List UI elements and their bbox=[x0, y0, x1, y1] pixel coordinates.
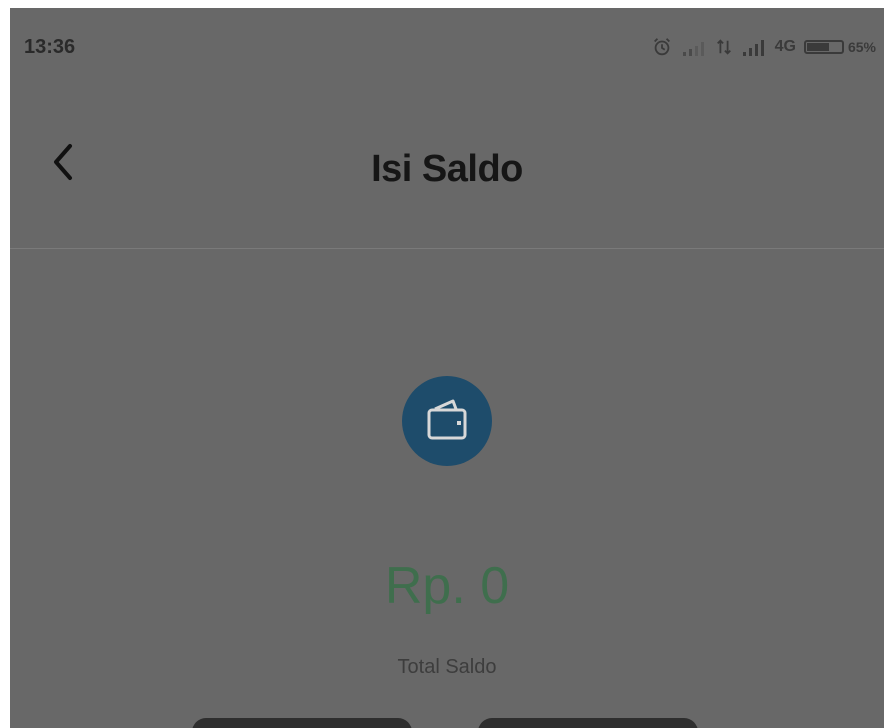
network-type: 4G bbox=[774, 38, 796, 55]
alarm-icon bbox=[653, 38, 670, 56]
data-arrows-icon bbox=[716, 39, 731, 55]
action-button-left[interactable] bbox=[192, 718, 412, 728]
signal-icon bbox=[742, 40, 764, 56]
battery-percent: 65% bbox=[847, 39, 876, 55]
battery-icon bbox=[803, 40, 844, 54]
status-bar: 13:36 4G 65% bbox=[10, 8, 884, 78]
page-title: Isi Saldo bbox=[371, 148, 523, 190]
signal-weak-icon bbox=[682, 42, 704, 56]
battery-fill bbox=[806, 43, 829, 51]
balance-label: Total Saldo bbox=[397, 656, 497, 678]
status-time: 13:36 bbox=[24, 36, 76, 58]
status-icons: 4G 65% bbox=[651, 32, 876, 62]
wallet-icon bbox=[427, 399, 467, 440]
balance-amount: Rp. 0 bbox=[384, 557, 510, 615]
app-screen: 13:36 4G 65% Isi Saldo Rp. 0 Total Saldo bbox=[10, 8, 884, 728]
action-button-right[interactable] bbox=[478, 718, 698, 728]
battery-indicator: 65% bbox=[803, 39, 876, 55]
app-header: Isi Saldo bbox=[10, 108, 884, 249]
wallet-icon-circle bbox=[402, 376, 492, 466]
